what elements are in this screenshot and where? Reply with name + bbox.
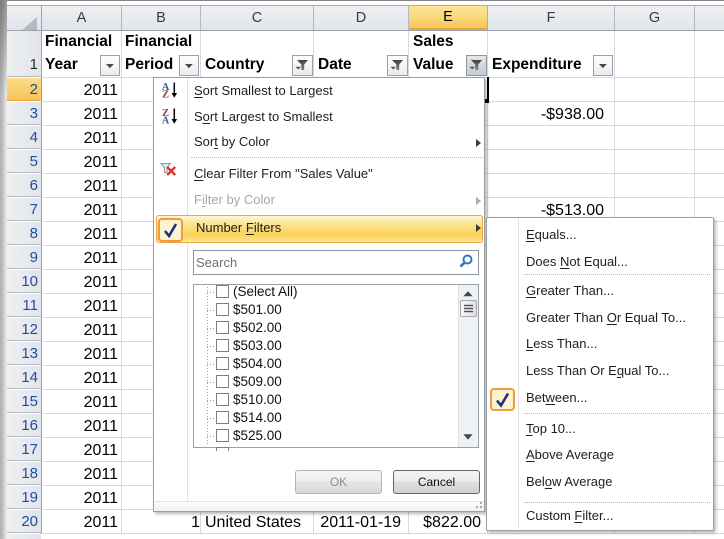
svg-text:A: A [162, 116, 170, 127]
svg-text:Z: Z [162, 90, 169, 101]
